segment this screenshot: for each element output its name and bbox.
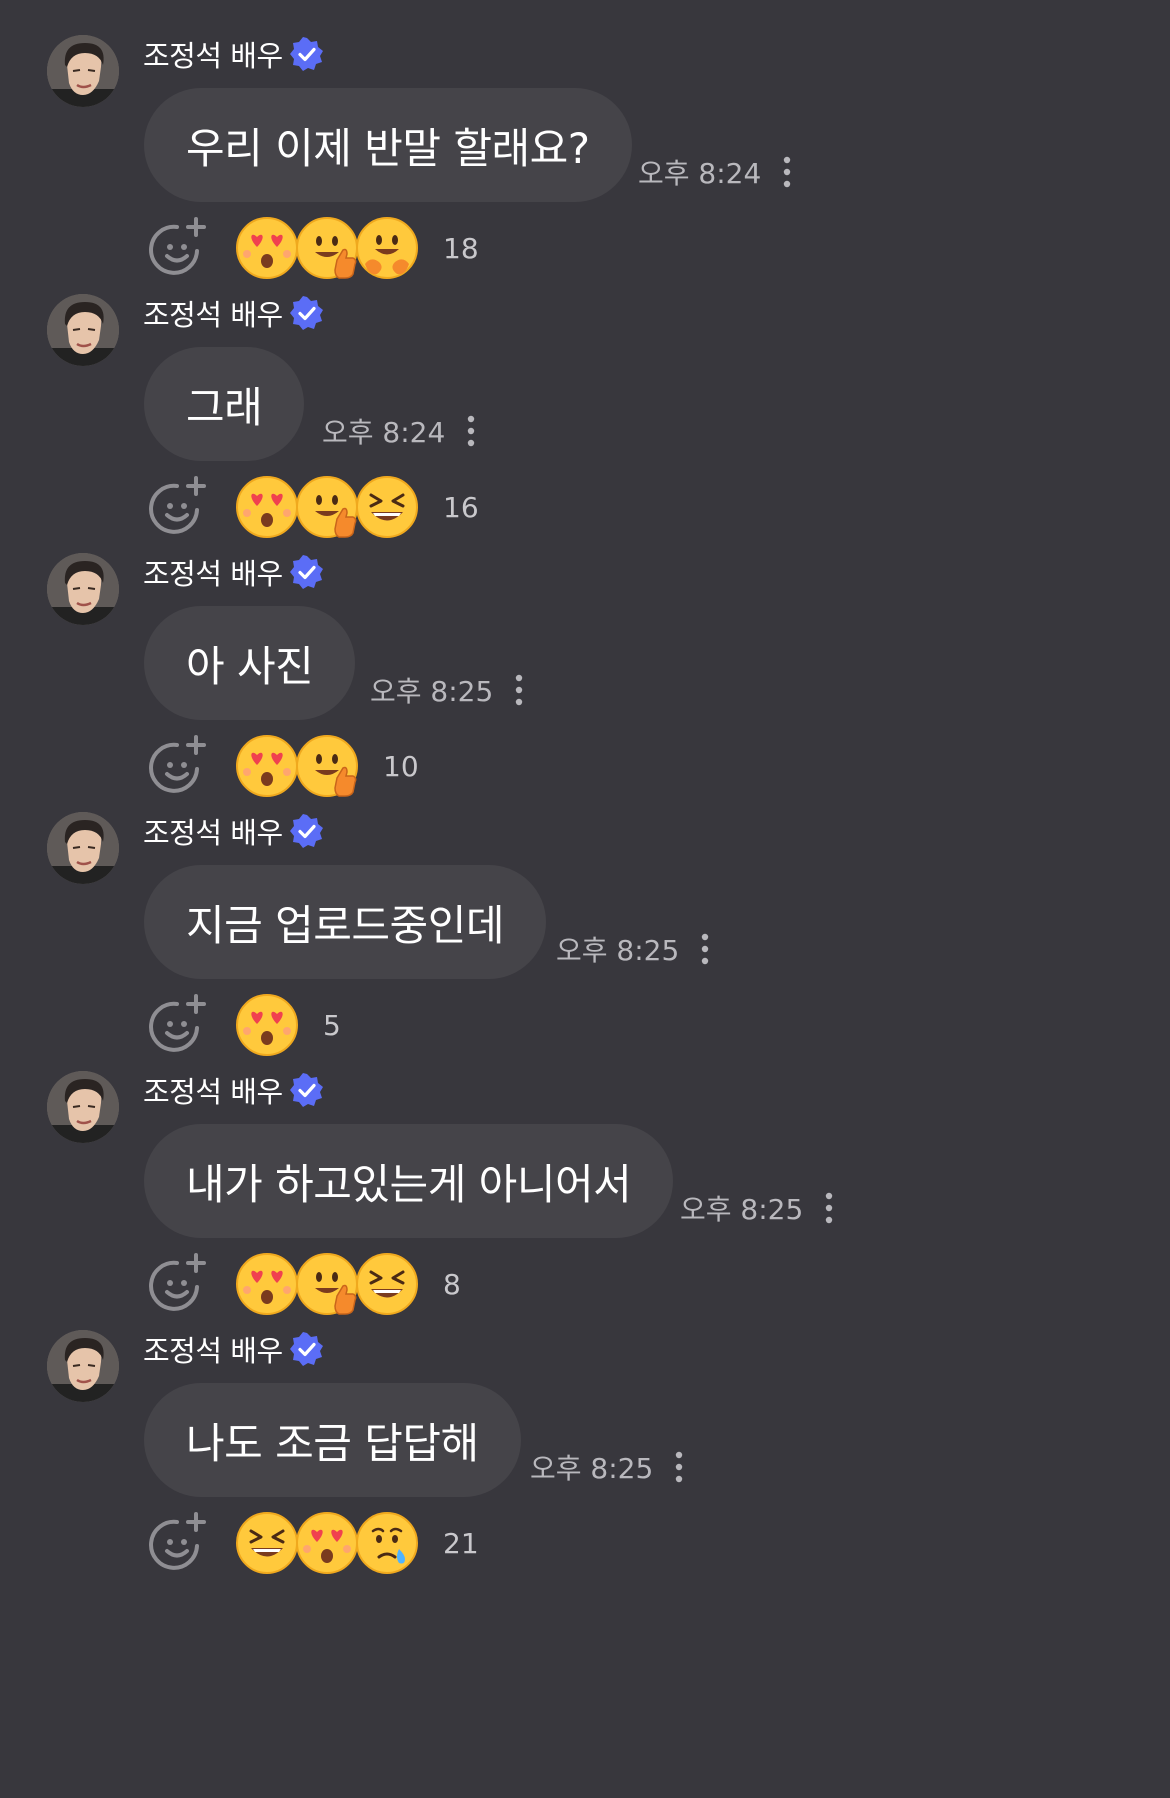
reaction-summary[interactable] <box>235 1252 418 1316</box>
grinning-squint-icon <box>235 1511 299 1575</box>
sender-name[interactable]: 조정석 배우 <box>143 292 283 334</box>
heart-eyes-icon <box>295 1511 359 1575</box>
reaction-summary[interactable] <box>235 216 418 280</box>
verified-badge-icon <box>289 555 324 589</box>
reaction-summary[interactable] <box>235 993 298 1057</box>
chat-message: 조정석 배우나도 조금 답답해오후 8:25 21 <box>0 1295 1170 1592</box>
hugging-face-icon <box>355 216 419 280</box>
verified-badge-icon <box>289 296 324 330</box>
more-vertical-icon[interactable] <box>817 1188 841 1228</box>
sender-row: 조정석 배우 <box>143 1070 324 1110</box>
heart-eyes-icon <box>235 993 299 1057</box>
sender-row: 조정석 배우 <box>143 552 324 592</box>
message-bubble[interactable]: 아 사진 <box>144 606 356 720</box>
timestamp: 오후 8:25 <box>530 1452 654 1485</box>
message-bubble[interactable]: 그래 <box>144 347 305 461</box>
more-vertical-icon[interactable] <box>775 152 799 192</box>
more-vertical-icon[interactable] <box>693 929 717 969</box>
chat-message: 조정석 배우 우리 이제 반말 할래요? 오후 8:24 18 <box>0 0 1170 297</box>
verified-badge-icon <box>289 37 324 71</box>
verified-badge-icon <box>289 1073 324 1107</box>
reaction-row: 21 <box>146 1510 479 1576</box>
sender-name[interactable]: 조정석 배우 <box>143 1328 283 1370</box>
message-meta: 오후 8:25 <box>680 1188 841 1228</box>
crying-face-icon <box>355 1511 419 1575</box>
message-meta: 오후 8:25 <box>370 670 531 710</box>
thumbs-up-face-icon <box>295 216 359 280</box>
message-meta: 오후 8:25 <box>556 929 717 969</box>
reaction-summary[interactable] <box>235 475 418 539</box>
sender-name[interactable]: 조정석 배우 <box>143 1069 283 1111</box>
reaction-count: 21 <box>443 1526 479 1560</box>
message-bubble[interactable]: 우리 이제 반말 할래요? <box>144 88 632 202</box>
sender-name[interactable]: 조정석 배우 <box>143 551 283 593</box>
message-meta: 오후 8:24 <box>322 411 483 451</box>
sender-row: 조정석 배우 <box>143 1329 324 1369</box>
thumbs-up-face-icon <box>295 475 359 539</box>
chat-message: 조정석 배우 그래 오후 8:24 16 <box>0 259 1170 556</box>
add-reaction-icon[interactable] <box>146 1510 212 1576</box>
heart-eyes-icon <box>235 216 299 280</box>
avatar[interactable] <box>47 553 119 625</box>
avatar[interactable] <box>47 1071 119 1143</box>
chat-feed: 조정석 배우 우리 이제 반말 할래요? 오후 8:24 18 조정석 배우 그래 오후 8… <box>0 0 1170 1798</box>
sender-row: 조정석 배우 <box>143 293 324 333</box>
more-vertical-icon[interactable] <box>459 411 483 451</box>
chat-message: 조정석 배우 지금 업로드중인데 오후 8:25 5 <box>0 777 1170 1074</box>
chat-message: 조정석 배우 내가 하고있는게 아니어서 오후 8:25 8 <box>0 1036 1170 1333</box>
reaction-summary[interactable] <box>235 734 358 798</box>
heart-eyes-icon <box>235 475 299 539</box>
verified-badge-icon <box>289 1332 324 1366</box>
timestamp: 오후 8:25 <box>370 675 494 708</box>
grinning-squint-icon <box>355 475 419 539</box>
avatar[interactable] <box>47 35 119 107</box>
timestamp: 오후 8:25 <box>680 1193 804 1226</box>
more-vertical-icon[interactable] <box>507 670 531 710</box>
thumbs-up-face-icon <box>295 734 359 798</box>
timestamp: 오후 8:25 <box>556 934 680 967</box>
thumbs-up-face-icon <box>295 1252 359 1316</box>
chat-message: 조정석 배우 아 사진 오후 8:25 10 <box>0 518 1170 815</box>
sender-name[interactable]: 조정석 배우 <box>143 33 283 75</box>
verified-badge-icon <box>289 814 324 848</box>
sender-row: 조정석 배우 <box>143 34 324 74</box>
message-bubble[interactable]: 지금 업로드중인데 <box>144 865 546 979</box>
avatar[interactable] <box>47 294 119 366</box>
message-meta: 오후 8:24 <box>638 152 799 192</box>
sender-name[interactable]: 조정석 배우 <box>143 810 283 852</box>
avatar[interactable] <box>47 1330 119 1402</box>
heart-eyes-icon <box>235 734 299 798</box>
timestamp: 오후 8:24 <box>322 416 446 449</box>
reaction-summary[interactable] <box>235 1511 418 1575</box>
message-bubble[interactable]: 내가 하고있는게 아니어서 <box>144 1124 674 1238</box>
avatar[interactable] <box>47 812 119 884</box>
heart-eyes-icon <box>235 1252 299 1316</box>
timestamp: 오후 8:24 <box>638 157 762 190</box>
message-meta: 오후 8:25 <box>530 1447 691 1487</box>
grinning-squint-icon <box>355 1252 419 1316</box>
message-bubble[interactable]: 나도 조금 답답해 <box>144 1383 521 1497</box>
sender-row: 조정석 배우 <box>143 811 324 851</box>
more-vertical-icon[interactable] <box>667 1447 691 1487</box>
